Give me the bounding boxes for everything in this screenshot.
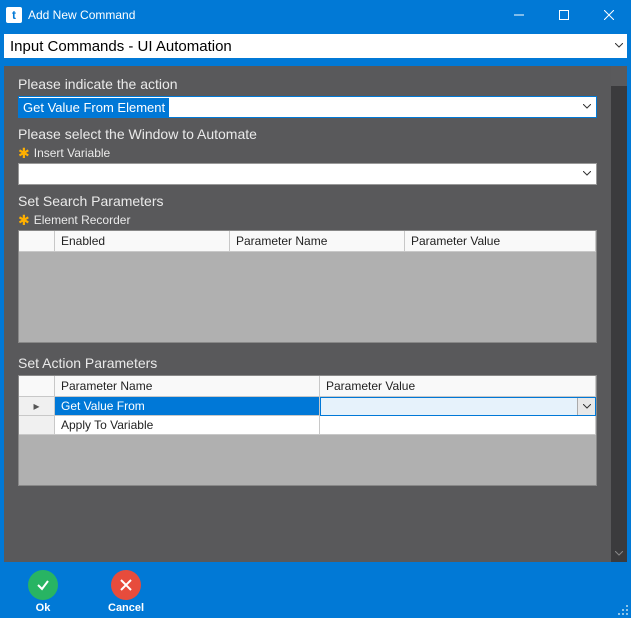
close-button[interactable] xyxy=(586,0,631,30)
grid-corner xyxy=(19,376,55,397)
chevron-down-icon xyxy=(611,34,627,58)
action-grid-body xyxy=(19,435,596,485)
cancel-label: Cancel xyxy=(108,602,144,614)
chevron-down-icon[interactable] xyxy=(577,398,595,415)
star-icon: ✱ xyxy=(18,213,30,227)
search-params-grid[interactable]: Enabled Parameter Name Parameter Value xyxy=(18,230,597,343)
search-grid-body xyxy=(19,252,596,342)
ok-button[interactable]: Ok xyxy=(28,570,58,614)
scrollbar-thumb[interactable] xyxy=(611,66,627,86)
command-category-dropdown[interactable]: Input Commands - UI Automation xyxy=(4,34,627,58)
app-icon: t xyxy=(6,7,22,23)
col-param-name[interactable]: Parameter Name xyxy=(230,231,405,252)
resize-grip-icon[interactable] xyxy=(615,602,629,616)
element-recorder-text: Element Recorder xyxy=(34,213,131,227)
action-label: Please indicate the action xyxy=(18,76,597,92)
param-value-cell[interactable] xyxy=(320,397,596,416)
action-params-grid[interactable]: Parameter Name Parameter Value ▸ Get Val… xyxy=(18,375,597,486)
action-dropdown[interactable]: Get Value From Element xyxy=(18,96,597,118)
element-recorder-link[interactable]: ✱ Element Recorder xyxy=(18,213,597,227)
table-row[interactable]: Apply To Variable xyxy=(19,416,596,435)
col-param-value[interactable]: Parameter Value xyxy=(405,231,596,252)
insert-variable-text: Insert Variable xyxy=(34,146,110,160)
vertical-scrollbar[interactable] xyxy=(611,66,627,562)
param-name-cell[interactable]: Get Value From xyxy=(55,397,320,416)
window-label: Please select the Window to Automate xyxy=(18,126,597,142)
titlebar: t Add New Command xyxy=(0,0,631,30)
cancel-button[interactable]: Cancel xyxy=(108,570,144,614)
maximize-button[interactable] xyxy=(541,0,586,30)
category-bar: Input Commands - UI Automation xyxy=(0,30,631,62)
ok-label: Ok xyxy=(36,602,51,614)
param-name-cell[interactable]: Apply To Variable xyxy=(55,416,320,435)
row-indicator xyxy=(19,416,55,435)
action-params-label: Set Action Parameters xyxy=(18,355,597,371)
chevron-down-icon xyxy=(578,97,596,117)
chevron-down-icon xyxy=(578,164,596,184)
star-icon: ✱ xyxy=(18,146,30,160)
table-row[interactable]: ▸ Get Value From xyxy=(19,397,596,416)
insert-variable-link[interactable]: ✱ Insert Variable xyxy=(18,146,597,160)
row-indicator-icon: ▸ xyxy=(19,397,55,416)
minimize-button[interactable] xyxy=(496,0,541,30)
content-panel: Please indicate the action Get Value Fro… xyxy=(4,66,627,562)
grid-corner xyxy=(19,231,55,252)
action-dropdown-value: Get Value From Element xyxy=(19,98,169,117)
param-value-cell[interactable] xyxy=(320,416,596,435)
window-title: Add New Command xyxy=(28,8,135,22)
window-dropdown[interactable] xyxy=(18,163,597,185)
col-param-name[interactable]: Parameter Name xyxy=(55,376,320,397)
col-param-value[interactable]: Parameter Value xyxy=(320,376,596,397)
close-icon xyxy=(111,570,141,600)
search-params-label: Set Search Parameters xyxy=(18,193,597,209)
col-enabled[interactable]: Enabled xyxy=(55,231,230,252)
footer: Ok Cancel xyxy=(0,566,631,618)
command-category-value: Input Commands - UI Automation xyxy=(10,38,232,55)
check-icon xyxy=(28,570,58,600)
scrollbar-down-arrow-icon[interactable] xyxy=(611,546,627,562)
